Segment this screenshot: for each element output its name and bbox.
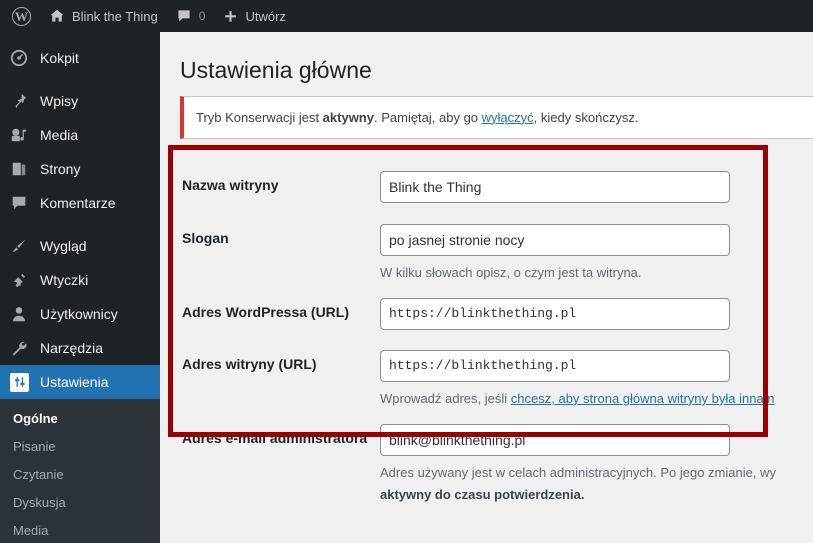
site-address-description: Wprowadź adres, jeśli chcesz, aby strona… xyxy=(380,389,803,409)
notice-text-middle: . Pamiętaj, aby go xyxy=(373,109,482,125)
sidebar-item-pisanie[interactable]: Pisanie xyxy=(0,433,160,461)
brush-icon xyxy=(10,236,36,256)
admin-email-label: Adres e-mail administratora xyxy=(182,430,368,447)
sidebar-item-strony[interactable]: Strony xyxy=(0,152,160,186)
new-content-label: Utwórz xyxy=(245,8,286,24)
admin-sidebar-menu: Kokpit Wpisy Media Strony Komentarze Wyg… xyxy=(0,32,168,543)
site-name-menu[interactable]: Blink the Thing xyxy=(40,0,167,32)
admin-email-input[interactable] xyxy=(380,424,730,457)
site-title-input[interactable] xyxy=(380,171,730,204)
site-name-label: Blink the Thing xyxy=(72,8,158,24)
comment-icon xyxy=(178,10,190,22)
comments-count: 0 xyxy=(198,9,206,23)
sidebar-item-wpisy[interactable]: Wpisy xyxy=(0,84,160,118)
sidebar-item-narzedzia[interactable]: Narzędzia xyxy=(0,331,160,365)
admin-bar: W Blink the Thing 0 Utwórz xyxy=(0,0,813,32)
sidebar-label: Wpisy xyxy=(40,93,79,109)
admin-email-desc-bold: aktywny do czasu potwierdzenia. xyxy=(380,487,585,503)
menu-spacer-top xyxy=(0,32,160,41)
sidebar-item-dyskusja[interactable]: Dyskusja xyxy=(0,489,160,517)
sidebar-item-uzytkownicy[interactable]: Użytkownicy xyxy=(0,297,160,331)
field-row-admin-email: Adres e-mail administratora Adres używan… xyxy=(160,409,813,505)
wrench-icon xyxy=(10,338,36,358)
sidebar-item-media[interactable]: Media xyxy=(0,118,160,152)
menu-spacer-2 xyxy=(0,220,160,229)
sidebar-item-wtyczki[interactable]: Wtyczki xyxy=(0,263,160,297)
home-icon xyxy=(50,9,64,22)
wordpress-logo-icon: W xyxy=(12,6,31,26)
main-content: Ustawienia główne Tryb Konserwacji jest … xyxy=(160,32,813,543)
sidebar-item-ustawienia[interactable]: Ustawienia xyxy=(0,365,168,399)
active-menu-arrow xyxy=(160,374,168,390)
disable-maintenance-link[interactable]: wyłączyć xyxy=(482,110,534,125)
sidebar-label: Ustawienia xyxy=(40,374,109,390)
sidebar-item-czytanie[interactable]: Czytanie xyxy=(0,461,160,489)
sidebar-item-media-settings[interactable]: Media xyxy=(0,517,160,543)
field-row-wp-address: Adres WordPressa (URL) xyxy=(160,283,813,341)
dashboard-icon xyxy=(10,48,36,68)
field-row-tagline: Slogan W kilku słowach opisz, o czym jes… xyxy=(160,215,813,283)
sidebar-label: Użytkownicy xyxy=(40,306,118,322)
admin-email-description-line2: aktywny do czasu potwierdzenia. xyxy=(380,485,803,505)
settings-sliders-icon xyxy=(10,372,36,392)
settings-submenu: Ogólne Pisanie Czytanie Dyskusja Media xyxy=(0,399,160,543)
wp-address-input[interactable] xyxy=(380,297,730,330)
field-row-site-title: Nazwa witryny xyxy=(160,156,813,214)
sidebar-label: Media xyxy=(40,127,79,143)
general-settings-form: Nazwa witryny Slogan W kilku słowach opi… xyxy=(160,156,813,505)
sidebar-label: Komentarze xyxy=(40,195,116,211)
comment-icon xyxy=(10,193,36,213)
tagline-input[interactable] xyxy=(380,223,730,256)
pages-icon xyxy=(10,159,36,179)
plus-icon xyxy=(225,10,237,22)
tagline-description: W kilku słowach opisz, o czym jest ta wi… xyxy=(380,264,642,280)
sidebar-label: Wygląd xyxy=(40,238,87,254)
menu-spacer-1 xyxy=(0,75,160,84)
maintenance-mode-notice: Tryb Konserwacji jest aktywny. Pamiętaj,… xyxy=(180,95,813,140)
wp-logo-button[interactable]: W xyxy=(0,0,40,32)
site-title-label: Nazwa witryny xyxy=(182,177,279,194)
notice-text-after: , kiedy skończysz. xyxy=(533,109,639,125)
site-address-help-link[interactable]: chcesz, aby strona główna witryny była i… xyxy=(511,391,775,406)
site-address-desc-text: Wprowadź adres, jeśli xyxy=(380,390,511,406)
media-icon xyxy=(10,125,36,145)
pin-icon xyxy=(10,91,36,111)
admin-email-description-line1: Adres używany jest w celach administracy… xyxy=(380,465,776,481)
sidebar-label: Narzędzia xyxy=(40,340,104,356)
wp-address-label: Adres WordPressa (URL) xyxy=(182,303,350,320)
sidebar-label: Wtyczki xyxy=(40,272,89,288)
sidebar-item-wyglad[interactable]: Wygląd xyxy=(0,229,160,263)
tagline-label: Slogan xyxy=(182,229,229,246)
site-address-input[interactable] xyxy=(380,349,730,382)
field-row-site-address: Adres witryny (URL) Wprowadź adres, jeśl… xyxy=(160,341,813,409)
new-content-button[interactable]: Utwórz xyxy=(214,0,294,32)
notice-bold: aktywny xyxy=(322,109,374,125)
sidebar-item-ogolne[interactable]: Ogólne xyxy=(0,405,160,433)
comments-bubble[interactable]: 0 xyxy=(167,0,215,32)
notice-text-before: Tryb Konserwacji jest xyxy=(196,109,323,125)
sidebar-label: Strony xyxy=(40,161,81,177)
user-icon xyxy=(10,304,36,324)
sidebar-label: Kokpit xyxy=(40,50,79,66)
sidebar-item-kokpit[interactable]: Kokpit xyxy=(0,41,160,75)
plug-icon xyxy=(10,270,36,290)
site-address-label: Adres witryny (URL) xyxy=(182,355,317,372)
page-title: Ustawienia główne xyxy=(180,57,372,83)
sidebar-item-komentarze[interactable]: Komentarze xyxy=(0,186,160,220)
